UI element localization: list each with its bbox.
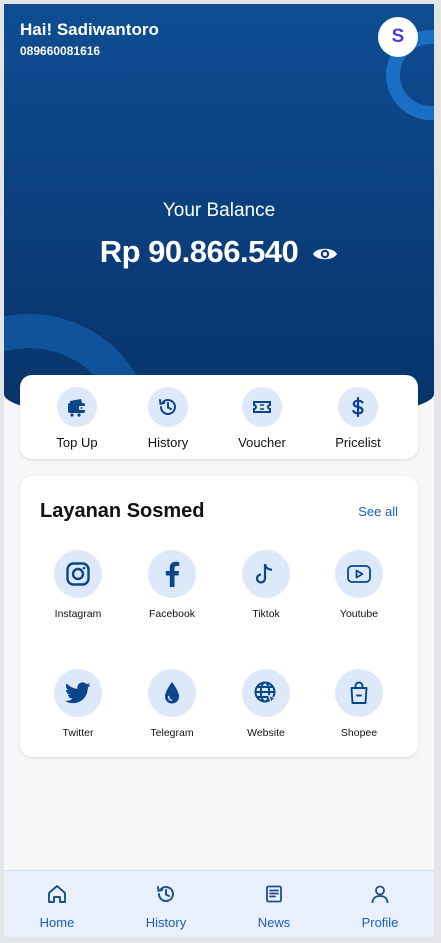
nav-label: News	[257, 915, 291, 930]
service-telegram[interactable]: Telegram	[124, 669, 220, 739]
dollar-icon	[338, 387, 378, 427]
service-label: Facebook	[148, 608, 196, 620]
app-screen: Hai! Sadiwantoro 089660081616 S Your Bal…	[4, 4, 434, 937]
nav-label: History	[145, 915, 187, 930]
bottom-navigation: Home History News Profile	[4, 870, 434, 937]
twitter-icon	[54, 669, 102, 717]
quick-action-pricelist[interactable]: Pricelist	[313, 387, 403, 450]
nav-label: Profile	[361, 915, 399, 930]
facebook-icon	[148, 550, 196, 598]
nav-profile[interactable]: Profile	[335, 883, 425, 930]
quick-action-label: Voucher	[238, 435, 286, 450]
service-website[interactable]: Website	[218, 669, 314, 739]
ticket-icon	[242, 387, 282, 427]
user-icon	[369, 883, 391, 910]
history-icon	[155, 883, 177, 910]
nav-history[interactable]: History	[121, 883, 211, 930]
balance-row: Rp 90.866.540	[4, 234, 434, 270]
shopping-bag-icon	[335, 669, 383, 717]
service-label: Tiktok	[252, 608, 280, 620]
service-twitter[interactable]: Twitter	[30, 669, 126, 739]
history-icon	[148, 387, 188, 427]
nav-home[interactable]: Home	[12, 883, 102, 930]
quick-action-history[interactable]: History	[123, 387, 213, 450]
see-all-link[interactable]: See all	[358, 504, 398, 519]
balance-header: Hai! Sadiwantoro 089660081616 S Your Bal…	[4, 4, 434, 424]
nav-news[interactable]: News	[229, 883, 319, 930]
service-label: Website	[247, 727, 285, 739]
service-label: Youtube	[339, 608, 379, 620]
balance-amount: Rp 90.866.540	[99, 234, 299, 269]
tiktok-icon	[242, 550, 290, 598]
nav-label: Home	[39, 915, 75, 930]
eye-icon[interactable]	[312, 241, 338, 267]
quick-action-label: Top Up	[56, 435, 98, 450]
instagram-icon	[54, 550, 102, 598]
newspaper-icon	[263, 883, 285, 910]
user-phone: 089660081616	[20, 44, 101, 58]
service-label: Twitter	[62, 727, 94, 739]
quick-action-label: History	[147, 435, 189, 450]
balance-label: Your Balance	[162, 200, 276, 221]
service-instagram[interactable]: Instagram	[30, 550, 126, 620]
greeting-name: Hai! Sadiwantoro	[20, 20, 159, 39]
service-facebook[interactable]: Facebook	[124, 550, 220, 620]
sosmed-services-card: Layanan Sosmed See all Instagram Faceboo…	[20, 476, 418, 757]
service-label: Shopee	[340, 727, 378, 739]
service-shopee[interactable]: Shopee	[311, 669, 407, 739]
service-label: Telegram	[150, 727, 194, 739]
home-icon	[46, 883, 68, 910]
wallet-icon	[57, 387, 97, 427]
quick-actions-card: Top Up History Voucher Pricelist	[20, 375, 418, 459]
section-title: Layanan Sosmed	[40, 500, 205, 522]
service-label: Instagram	[54, 608, 102, 620]
quick-action-label: Pricelist	[335, 435, 381, 450]
service-youtube[interactable]: Youtube	[311, 550, 407, 620]
youtube-icon	[335, 550, 383, 598]
service-tiktok[interactable]: Tiktok	[218, 550, 314, 620]
telegram-icon	[148, 669, 196, 717]
quick-action-top-up[interactable]: Top Up	[32, 387, 122, 450]
globe-icon	[242, 669, 290, 717]
avatar[interactable]: S	[378, 17, 418, 57]
quick-action-voucher[interactable]: Voucher	[217, 387, 307, 450]
